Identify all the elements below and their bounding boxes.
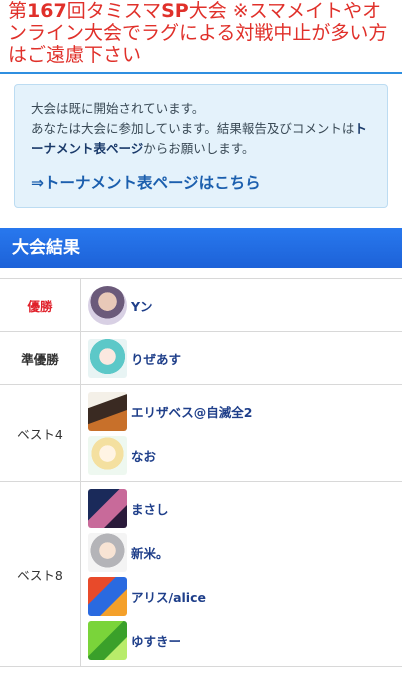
player-name[interactable]: Yン [131, 296, 153, 315]
results-row-best4: ベスト4 エリザベス@自滅全2 なお [0, 385, 402, 482]
avatar-icon [88, 532, 127, 572]
results-row-winner: 優勝 Yン [0, 279, 402, 332]
results-table: 優勝 Yン 準優勝 りぜあす ベスト4 エリザベス@自滅全2 なお ベスト8 ま… [0, 278, 402, 667]
avatar-icon [88, 338, 127, 378]
rank-label: ベスト4 [0, 385, 81, 481]
player-entry[interactable]: なお [88, 433, 402, 477]
player-entry[interactable]: まさし [88, 486, 402, 530]
player-name[interactable]: アリス/alice [131, 587, 206, 606]
player-name[interactable]: エリザベス@自滅全2 [131, 402, 252, 421]
results-row-runner-up: 準優勝 りぜあす [0, 332, 402, 385]
avatar-icon [88, 285, 127, 325]
player-name[interactable]: 新米。 [131, 543, 169, 562]
player-entry[interactable]: ゆすきー [88, 618, 402, 662]
rank-label: 準優勝 [0, 332, 81, 384]
tournament-page-link[interactable]: ⇒トーナメント表ページはこちら [31, 171, 373, 193]
player-name[interactable]: ゆすきー [131, 631, 181, 650]
player-entry[interactable]: 新米。 [88, 530, 402, 574]
title-divider [0, 72, 402, 74]
avatar-icon [88, 435, 127, 475]
tournament-notice: 大会は既に開始されています。 あなたは大会に参加しています。結果報告及びコメント… [14, 84, 388, 208]
player-name[interactable]: なお [131, 446, 156, 465]
rank-label: ベスト8 [0, 482, 81, 666]
results-section-header: 大会結果 [0, 228, 402, 268]
player-name[interactable]: まさし [131, 499, 169, 518]
avatar-icon [88, 576, 127, 616]
player-entry[interactable]: りぜあす [88, 336, 402, 380]
avatar-icon [88, 488, 127, 528]
results-row-best8: ベスト8 まさし 新米。 アリス/alice ゆすきー [0, 482, 402, 667]
player-entry[interactable]: アリス/alice [88, 574, 402, 618]
avatar-icon [88, 391, 127, 431]
notice-started-text: 大会は既に開始されています。 [31, 101, 205, 116]
player-entry[interactable]: エリザベス@自滅全2 [88, 389, 402, 433]
player-entry[interactable]: Yン [88, 283, 402, 327]
notice-participation-text: あなたは大会に参加しています。結果報告及びコメントはトーナメント表ページからお願… [31, 121, 367, 156]
player-name[interactable]: りぜあす [131, 349, 181, 368]
avatar-icon [88, 620, 127, 660]
rank-label: 優勝 [0, 279, 81, 331]
page-title: 第167回タミスマSP大会 ※スマメイトやオンライン大会でラグによる対戦中止が多… [8, 0, 388, 66]
